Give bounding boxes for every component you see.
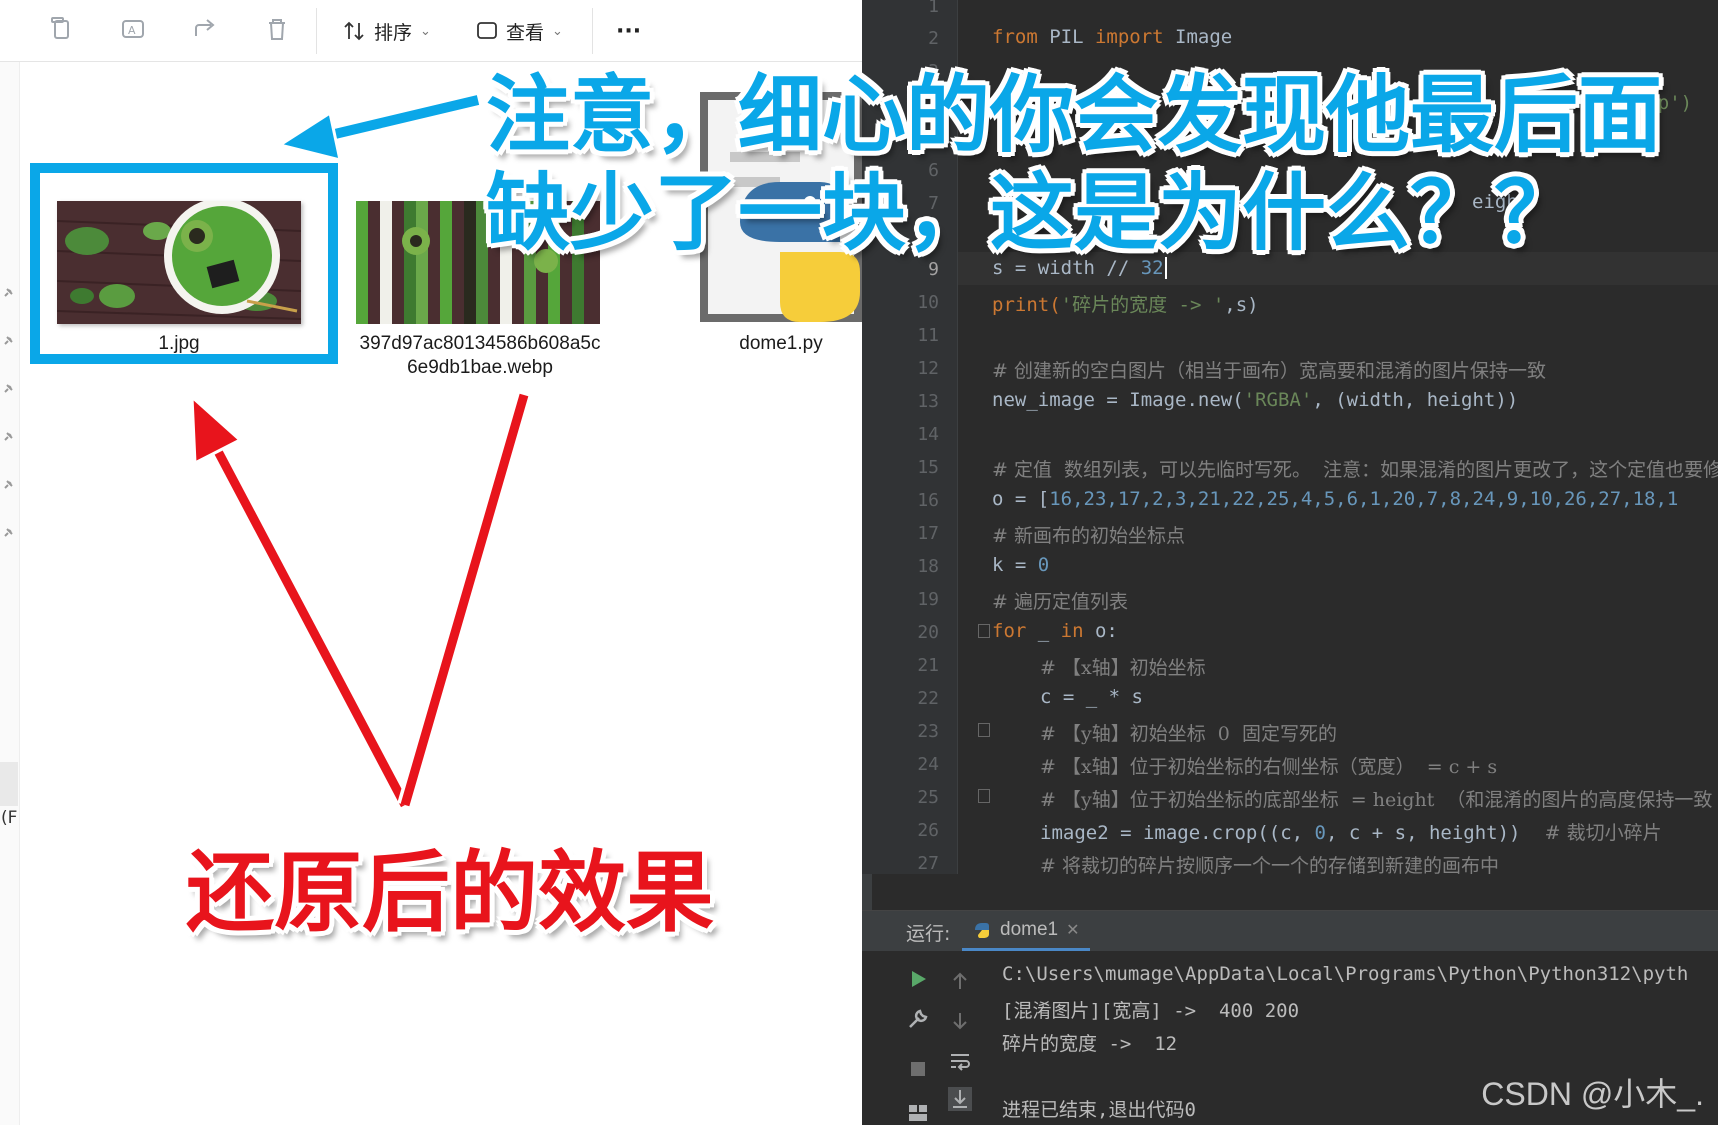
pin-icon[interactable] bbox=[2, 524, 14, 537]
annotation-blue-line-2: 缺少了一块，这是为什么？？ bbox=[486, 164, 1579, 262]
sort-label: 排序 bbox=[374, 21, 413, 44]
chevron-down-icon: ⌄ bbox=[420, 23, 431, 39]
pin-icon[interactable] bbox=[2, 332, 14, 345]
console-output-line: 进程已结束,退出代码0 bbox=[1002, 1099, 1196, 1121]
run-icon[interactable] bbox=[906, 967, 930, 991]
code-line-15[interactable]: # 定值 数组列表，可以先临时写死。 注意：如果混淆的图片更改了，这个定值也要修 bbox=[992, 455, 1718, 482]
view-button[interactable]: 查看 ⌄ bbox=[476, 14, 563, 48]
arrow-up-icon[interactable] bbox=[948, 969, 972, 993]
line-number: 25 bbox=[917, 787, 939, 808]
svg-text:A: A bbox=[128, 24, 136, 37]
line-number: 15 bbox=[917, 457, 939, 478]
line-number: 14 bbox=[917, 424, 939, 445]
line-number: 23 bbox=[917, 721, 939, 742]
line-number: 10 bbox=[917, 292, 939, 313]
code-line-18[interactable]: k = 0 bbox=[992, 554, 1049, 576]
code-line-22[interactable]: c = _ * s bbox=[1040, 686, 1143, 708]
soft-wrap-icon[interactable] bbox=[948, 1049, 972, 1073]
kiwi-photo-restored bbox=[57, 201, 301, 324]
code-line-19[interactable]: # 遍历定值列表 bbox=[992, 587, 1128, 614]
line-number: 11 bbox=[917, 325, 939, 346]
code-line-2[interactable]: from PIL import Image bbox=[992, 26, 1232, 48]
code-line-17[interactable]: # 新画布的初始坐标点 bbox=[992, 521, 1185, 548]
file-name[interactable]: dome1.py bbox=[700, 332, 862, 356]
line-number: 26 bbox=[917, 820, 939, 841]
run-tab-dome1[interactable]: dome1 ✕ bbox=[962, 911, 1090, 951]
annotation-red-caption: 还原后的效果 bbox=[186, 841, 715, 944]
sort-button[interactable]: 排序 ⌄ bbox=[342, 14, 431, 48]
run-panel-header: 运行: dome1 ✕ bbox=[862, 911, 1718, 951]
watermark: CSDN @小木_. bbox=[1481, 1076, 1704, 1112]
line-number: 21 bbox=[917, 655, 939, 676]
file-name[interactable]: 1.jpg bbox=[57, 332, 301, 356]
scroll-to-end-icon[interactable] bbox=[948, 1087, 972, 1111]
code-line-16[interactable]: o = [16,23,17,2,3,21,22,25,4,5,6,1,20,7,… bbox=[992, 488, 1678, 510]
run-panel-title: 运行: bbox=[906, 923, 951, 945]
console-output-line: [混淆图片][宽高] -> 400 200 bbox=[1002, 1000, 1300, 1022]
run-panel: 运行: dome1 ✕ C:\Users\mumage\AppData\Loca… bbox=[862, 910, 1718, 1125]
code-line-26[interactable]: image2 = image.crop((c, 0, c + s, height… bbox=[1040, 818, 1662, 845]
copy-icon[interactable] bbox=[48, 16, 74, 42]
rename-icon[interactable]: A bbox=[120, 16, 146, 42]
line-number: 2 bbox=[928, 28, 939, 49]
fold-marker-icon[interactable] bbox=[978, 723, 990, 737]
sort-icon bbox=[344, 21, 364, 41]
code-line-23[interactable]: # 【y轴】初始坐标 0 固定写死的 bbox=[1040, 719, 1337, 746]
code-line-27[interactable]: # 将裁切的碎片按顺序一个一个的存储到新建的画布中 bbox=[1040, 851, 1499, 878]
line-number: 16 bbox=[917, 490, 939, 511]
line-number: 24 bbox=[917, 754, 939, 775]
file-thumbnail-restored[interactable] bbox=[57, 201, 301, 324]
line-number: 27 bbox=[917, 853, 939, 874]
toolbar-divider bbox=[316, 8, 317, 54]
line-number: 17 bbox=[917, 523, 939, 544]
more-options-button[interactable]: ··· bbox=[616, 14, 641, 48]
navigation-pane bbox=[0, 62, 20, 1125]
close-icon[interactable]: ✕ bbox=[1066, 920, 1079, 940]
selected-nav-item[interactable] bbox=[0, 762, 18, 806]
code-line-20[interactable]: for _ in o: bbox=[992, 620, 1118, 642]
pin-icon[interactable] bbox=[2, 428, 14, 441]
pin-icon[interactable] bbox=[2, 284, 14, 297]
arrow-down-icon[interactable] bbox=[948, 1009, 972, 1033]
console-output-line: C:\Users\mumage\AppData\Local\Programs\P… bbox=[1002, 963, 1689, 985]
fold-marker-icon[interactable] bbox=[978, 789, 990, 803]
line-number: 19 bbox=[917, 589, 939, 610]
code-line-25[interactable]: # 【y轴】位于初始坐标的底部坐标 = height （和混淆的图片的高度保持一… bbox=[1040, 785, 1712, 812]
python-icon bbox=[975, 922, 989, 938]
line-number: 20 bbox=[917, 622, 939, 643]
layout-icon[interactable] bbox=[906, 1101, 930, 1125]
code-line-24[interactable]: # 【x轴】位于初始坐标的右侧坐标（宽度） = c + s bbox=[1040, 752, 1497, 779]
console-output-line: 碎片的宽度 -> 12 bbox=[1002, 1033, 1178, 1055]
view-label: 查看 bbox=[506, 21, 545, 44]
code-line-12[interactable]: # 创建新的空白图片（相当于画布）宽高要和混淆的图片保持一致 bbox=[992, 356, 1546, 383]
view-icon bbox=[477, 22, 497, 39]
line-number: 12 bbox=[917, 358, 939, 379]
line-number: 22 bbox=[917, 688, 939, 709]
stop-icon[interactable] bbox=[906, 1057, 930, 1081]
nav-partial-label: (F bbox=[1, 808, 18, 828]
file-name-line-2[interactable]: 6e9db1bae.webp bbox=[330, 356, 630, 380]
share-icon[interactable] bbox=[192, 16, 218, 42]
line-number: 13 bbox=[917, 391, 939, 412]
code-line-10[interactable]: print('碎片的宽度 -> ',s) bbox=[992, 290, 1259, 317]
line-number: 18 bbox=[917, 556, 939, 577]
more-icon: ··· bbox=[616, 18, 642, 44]
file-name-line-1[interactable]: 397d97ac80134586b608a5c bbox=[330, 332, 630, 356]
code-line-21[interactable]: # 【x轴】初始坐标 bbox=[1040, 653, 1206, 680]
delete-icon[interactable] bbox=[264, 16, 290, 42]
code-line-13[interactable]: new_image = Image.new('RGBA', (width, he… bbox=[992, 389, 1518, 411]
pin-icon[interactable] bbox=[2, 476, 14, 489]
chevron-down-icon: ⌄ bbox=[552, 23, 563, 39]
pin-icon[interactable] bbox=[2, 380, 14, 393]
wrench-icon[interactable] bbox=[906, 1007, 930, 1031]
fold-marker-icon[interactable] bbox=[978, 624, 990, 638]
line-number: 1 bbox=[928, 0, 939, 17]
run-tab-label: dome1 bbox=[1000, 918, 1059, 940]
